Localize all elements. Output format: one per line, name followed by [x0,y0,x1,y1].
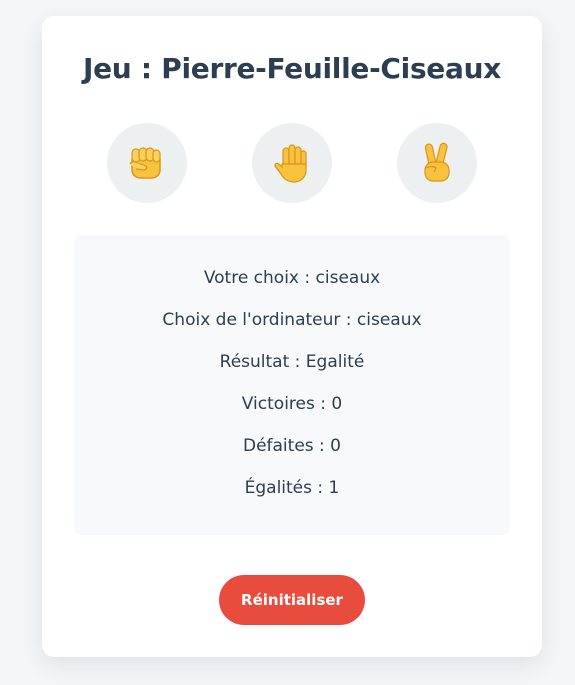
results-panel: Votre choix : ciseaux Choix de l'ordinat… [74,235,510,535]
reset-button[interactable]: Réinitialiser [219,575,365,625]
raised-fist-icon [124,140,170,186]
rock-button[interactable] [107,123,187,203]
round-result: Résultat : Egalité [219,352,365,372]
draws-count: Égalités : 1 [244,478,340,498]
wins-count: Victoires : 0 [241,394,343,414]
game-card: Jeu : Pierre-Feuille-Ciseaux Votre choix… [42,16,542,657]
victory-hand-icon [414,140,460,186]
player-choice: Votre choix : ciseaux [203,268,381,288]
scissors-button[interactable] [397,123,477,203]
losses-count: Défaites : 0 [242,436,341,456]
computer-choice: Choix de l'ordinateur : ciseaux [162,310,422,330]
raised-hand-icon [269,140,315,186]
paper-button[interactable] [252,123,332,203]
page-title: Jeu : Pierre-Feuille-Ciseaux [83,52,501,85]
choice-buttons [42,123,542,203]
